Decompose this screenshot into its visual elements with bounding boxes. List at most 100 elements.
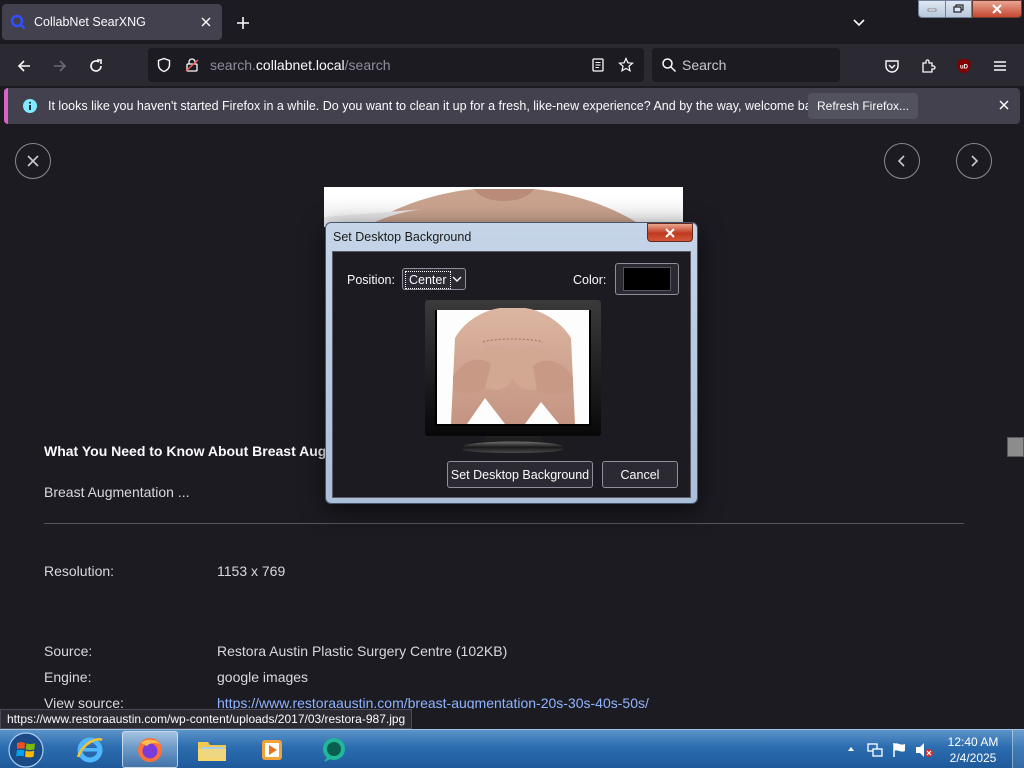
window-restore-button[interactable] <box>946 0 972 18</box>
window-close-button[interactable] <box>972 0 1022 18</box>
tab-title: CollabNet SearXNG <box>34 15 146 29</box>
clock-date: 2/4/2025 <box>949 751 997 765</box>
previous-result-button[interactable] <box>884 143 920 179</box>
view-source-label: View source: <box>44 695 124 709</box>
windows-start-icon <box>8 731 44 768</box>
action-center-flag-icon[interactable] <box>890 741 908 759</box>
link-status-bar: https://www.restoraaustin.com/wp-content… <box>0 709 413 729</box>
back-arrow-icon <box>17 60 30 72</box>
resolution-value: 1153 x 769 <box>217 563 286 579</box>
monitor-preview <box>425 300 601 453</box>
show-desktop-button[interactable] <box>1012 730 1024 768</box>
notification-message: It looks like you haven't started Firefo… <box>48 99 828 113</box>
source-value: Restora Austin Plastic Surgery Centre (1… <box>217 643 508 659</box>
position-select[interactable]: Center <box>402 268 466 290</box>
pocket-icon <box>885 60 899 73</box>
list-all-tabs-button[interactable] <box>848 12 870 34</box>
volume-muted-icon[interactable] <box>914 741 934 759</box>
reader-view-icon[interactable] <box>590 57 606 73</box>
color-label: Color: <box>573 273 607 287</box>
browser-tab[interactable]: CollabNet SearXNG <box>2 4 222 40</box>
reload-icon <box>90 59 102 72</box>
search-icon <box>662 58 677 73</box>
ublock-badge: uD <box>960 65 969 71</box>
hamburger-menu-icon <box>994 61 1006 71</box>
result-title[interactable]: What You Need to Know About Breast Augm <box>44 443 339 459</box>
folder-icon <box>198 741 226 761</box>
close-icon <box>665 227 675 238</box>
source-label: Source: <box>44 643 93 659</box>
resolution-label: Resolution: <box>44 563 115 579</box>
view-source-link[interactable]: https://www.restoraaustin.com/breast-aug… <box>217 695 649 709</box>
engine-label: Engine: <box>44 669 92 685</box>
pocket-button[interactable] <box>878 52 906 80</box>
searxng-icon <box>10 14 26 30</box>
cancel-button[interactable]: Cancel <box>602 461 678 488</box>
torso-photo-image <box>324 189 644 227</box>
app-menu-button[interactable] <box>986 52 1014 80</box>
chevron-down-icon <box>452 276 462 282</box>
navigation-toolbar: search.collabnet.local/search Search uD <box>0 44 1024 86</box>
taskbar-firefox[interactable] <box>122 731 178 768</box>
url-text[interactable]: search.collabnet.local/search <box>210 57 391 73</box>
divider <box>44 523 964 524</box>
window-minimize-button[interactable] <box>918 0 946 18</box>
taskbar-internet-explorer[interactable] <box>62 731 118 768</box>
info-icon <box>23 99 37 113</box>
puzzle-icon <box>922 59 936 73</box>
taskbar-media-player[interactable] <box>244 731 300 768</box>
insecure-lock-icon[interactable] <box>184 57 200 73</box>
scrollbar-thumb[interactable] <box>1007 437 1024 457</box>
chat-bubble-icon <box>323 737 345 762</box>
chevron-right-icon <box>971 155 979 167</box>
extensions-button[interactable] <box>914 52 942 80</box>
taskbar-file-explorer[interactable] <box>184 731 240 768</box>
dialog-close-button[interactable] <box>647 223 693 242</box>
media-player-icon <box>262 739 282 760</box>
windows-taskbar: 12:40 AM 2/4/2025 <box>0 729 1024 768</box>
position-select-value: Center <box>405 271 451 289</box>
refresh-firefox-button[interactable]: Refresh Firefox... <box>808 93 918 119</box>
close-icon <box>27 155 39 167</box>
dialog-body: Position: Center Color: Set Desktop Back… <box>332 251 691 498</box>
ublock-icon: uD <box>957 58 971 74</box>
back-button[interactable] <box>10 52 38 80</box>
engine-value: google images <box>217 669 309 685</box>
firefox-icon <box>138 737 162 762</box>
ublock-origin-button[interactable]: uD <box>950 52 978 80</box>
start-button[interactable] <box>4 730 48 768</box>
dialog-title: Set Desktop Background <box>333 230 472 244</box>
taskbar-chat-app[interactable] <box>306 731 362 768</box>
reload-button[interactable] <box>82 52 110 80</box>
result-description: Breast Augmentation ... <box>44 484 190 500</box>
network-icon[interactable] <box>866 741 884 759</box>
search-bar[interactable]: Search <box>652 48 840 82</box>
tab-strip: CollabNet SearXNG <box>0 0 1024 44</box>
url-host: collabnet.local <box>255 57 345 73</box>
bookmark-star-icon[interactable] <box>618 57 634 73</box>
internet-explorer-icon <box>76 737 103 762</box>
tracking-shield-icon[interactable] <box>156 57 172 73</box>
chevron-left-icon <box>897 155 905 167</box>
clock-time: 12:40 AM <box>947 735 999 749</box>
notification-bar: It looks like you haven't started Firefo… <box>4 88 1020 124</box>
search-placeholder: Search <box>682 57 727 73</box>
url-prefix: search. <box>210 57 256 73</box>
forward-arrow-icon <box>54 60 67 72</box>
tab-close-icon[interactable] <box>198 14 214 30</box>
new-tab-button[interactable] <box>232 12 254 34</box>
next-result-button[interactable] <box>956 143 992 179</box>
set-desktop-background-dialog: Set Desktop Background Position: Center … <box>325 222 698 504</box>
color-picker-button[interactable] <box>615 263 679 295</box>
forward-button[interactable] <box>46 52 74 80</box>
close-result-button[interactable] <box>15 143 51 179</box>
position-label: Position: <box>347 273 395 287</box>
url-path: /search <box>344 57 391 73</box>
address-bar[interactable]: search.collabnet.local/search <box>148 48 644 82</box>
show-hidden-icons-icon[interactable] <box>846 744 856 754</box>
notification-close-icon[interactable] <box>998 99 1010 111</box>
clock[interactable]: 12:40 AM 2/4/2025 <box>938 734 1008 766</box>
set-desktop-background-button[interactable]: Set Desktop Background <box>447 461 593 488</box>
result-image-preview[interactable] <box>324 187 683 227</box>
color-swatch <box>623 267 671 291</box>
